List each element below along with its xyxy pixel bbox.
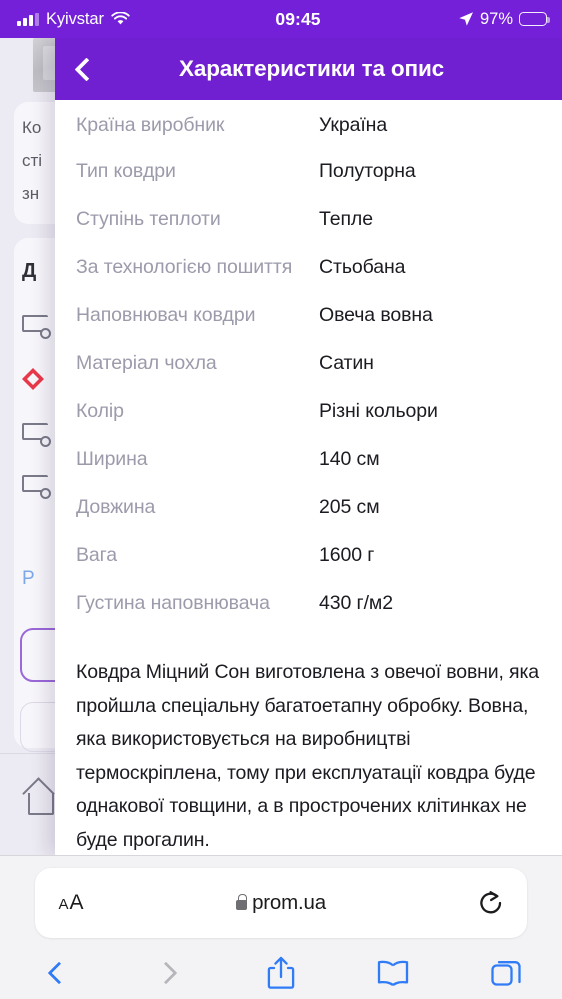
bg-text-line-1: Ко <box>22 118 42 137</box>
chevron-left-icon <box>47 961 71 985</box>
bg-link-text[interactable]: P <box>22 568 35 590</box>
location-arrow-icon <box>459 12 473 26</box>
spec-label: За технологією пошиття <box>76 256 293 278</box>
table-row: Вага 1600 г <box>76 532 540 580</box>
safari-toolbar <box>0 946 562 999</box>
status-bar-right: 97% <box>397 9 550 29</box>
table-row: Наповнювач ковдри Овеча вовна <box>76 292 540 340</box>
share-button[interactable] <box>225 946 337 999</box>
bookmarks-button[interactable] <box>337 946 449 999</box>
tabs-button[interactable] <box>450 946 562 999</box>
delivery-truck-icon <box>22 423 51 447</box>
nav-back-button[interactable] <box>0 946 112 999</box>
safari-bottom-bar: A A prom.ua <box>0 855 562 999</box>
phone-screen: Kyivstar 09:45 97% Ко сті зн Д P Характе… <box>0 0 562 999</box>
home-icon[interactable] <box>28 793 54 815</box>
spec-label: Наповнювач ковдри <box>76 304 256 326</box>
table-row: Густина наповнювача 430 г/м2 <box>76 580 540 628</box>
spec-value: Сатин <box>319 352 374 374</box>
reload-button[interactable] <box>455 889 527 917</box>
nav-forward-button[interactable] <box>112 946 224 999</box>
table-row: Матеріал чохла Сатин <box>76 340 540 388</box>
modal-back-button[interactable] <box>55 38 113 100</box>
share-icon <box>267 956 295 989</box>
bg-section-heading: Д <box>22 260 37 282</box>
lock-icon <box>236 894 248 910</box>
bg-text-line-2: сті <box>22 151 43 170</box>
battery-icon <box>519 12 550 26</box>
spec-value: Стьобана <box>319 256 406 278</box>
spec-label: Країна виробник <box>76 114 225 136</box>
url-text: prom.ua <box>252 891 326 914</box>
modal-title: Характеристики та опис <box>178 56 445 81</box>
spec-value: 1600 г <box>319 544 375 566</box>
table-row: За технологією пошиття Стьобана <box>76 244 540 292</box>
spec-value: Різні кольори <box>319 400 438 422</box>
modal-scroll-body[interactable]: Країна виробник Україна Тип ковдри Полут… <box>55 100 562 855</box>
chevron-left-icon <box>74 56 99 82</box>
text-size-button[interactable]: A A <box>35 891 107 915</box>
status-bar: Kyivstar 09:45 97% <box>0 0 562 38</box>
spec-label: Колір <box>76 400 124 422</box>
status-bar-left: Kyivstar <box>17 10 207 29</box>
bg-text-line-3: зн <box>22 184 40 203</box>
reload-icon <box>480 891 502 914</box>
spec-label: Довжина <box>76 496 156 518</box>
modal-header: Характеристики та опис <box>55 38 562 100</box>
spec-label: Тип ковдри <box>76 160 176 182</box>
spec-value: 140 см <box>319 448 380 470</box>
product-description: Ковдра Міцний Сон виготовлена з овечої в… <box>76 661 539 851</box>
cellular-signal-icon <box>17 12 39 26</box>
delivery-truck-icon <box>22 475 51 499</box>
wifi-icon <box>111 12 130 25</box>
table-row: Колір Різні кольори <box>76 388 540 436</box>
delivery-truck-icon <box>22 315 51 339</box>
spec-label: Матеріал чохла <box>76 352 217 374</box>
tabs-icon <box>491 961 521 986</box>
spec-value: 430 г/м2 <box>319 592 393 614</box>
chevron-right-icon <box>154 961 178 985</box>
spec-value: Овеча вовна <box>319 304 433 326</box>
carrier-name: Kyivstar <box>46 9 104 28</box>
text-size-large-a: A <box>69 891 84 914</box>
spec-label: Густина наповнювача <box>76 592 270 614</box>
text-size-small-a: A <box>58 896 69 913</box>
spec-value: Тепле <box>319 208 373 230</box>
url-field[interactable]: prom.ua <box>107 891 455 915</box>
clock: 09:45 <box>275 8 321 29</box>
table-row: Тип ковдри Полуторна <box>76 148 540 196</box>
battery-percentage: 97% <box>479 9 513 28</box>
address-bar[interactable]: A A prom.ua <box>35 868 527 938</box>
specifications-table: Країна виробник Україна Тип ковдри Полут… <box>55 100 562 628</box>
spec-value: Україна <box>319 114 388 136</box>
table-row: Ширина 140 см <box>76 436 540 484</box>
spec-label: Ступінь теплоти <box>76 208 221 230</box>
table-row: Довжина 205 см <box>76 484 540 532</box>
spec-label: Вага <box>76 544 117 566</box>
book-icon <box>378 960 409 987</box>
spec-value: Полуторна <box>319 160 416 182</box>
spec-label: Ширина <box>76 448 148 470</box>
table-row: Країна виробник Україна <box>76 100 540 148</box>
characteristics-modal: Характеристики та опис Країна виробник У… <box>55 38 562 855</box>
spec-value: 205 см <box>319 496 380 518</box>
table-row: Ступінь теплоти Тепле <box>76 196 540 244</box>
